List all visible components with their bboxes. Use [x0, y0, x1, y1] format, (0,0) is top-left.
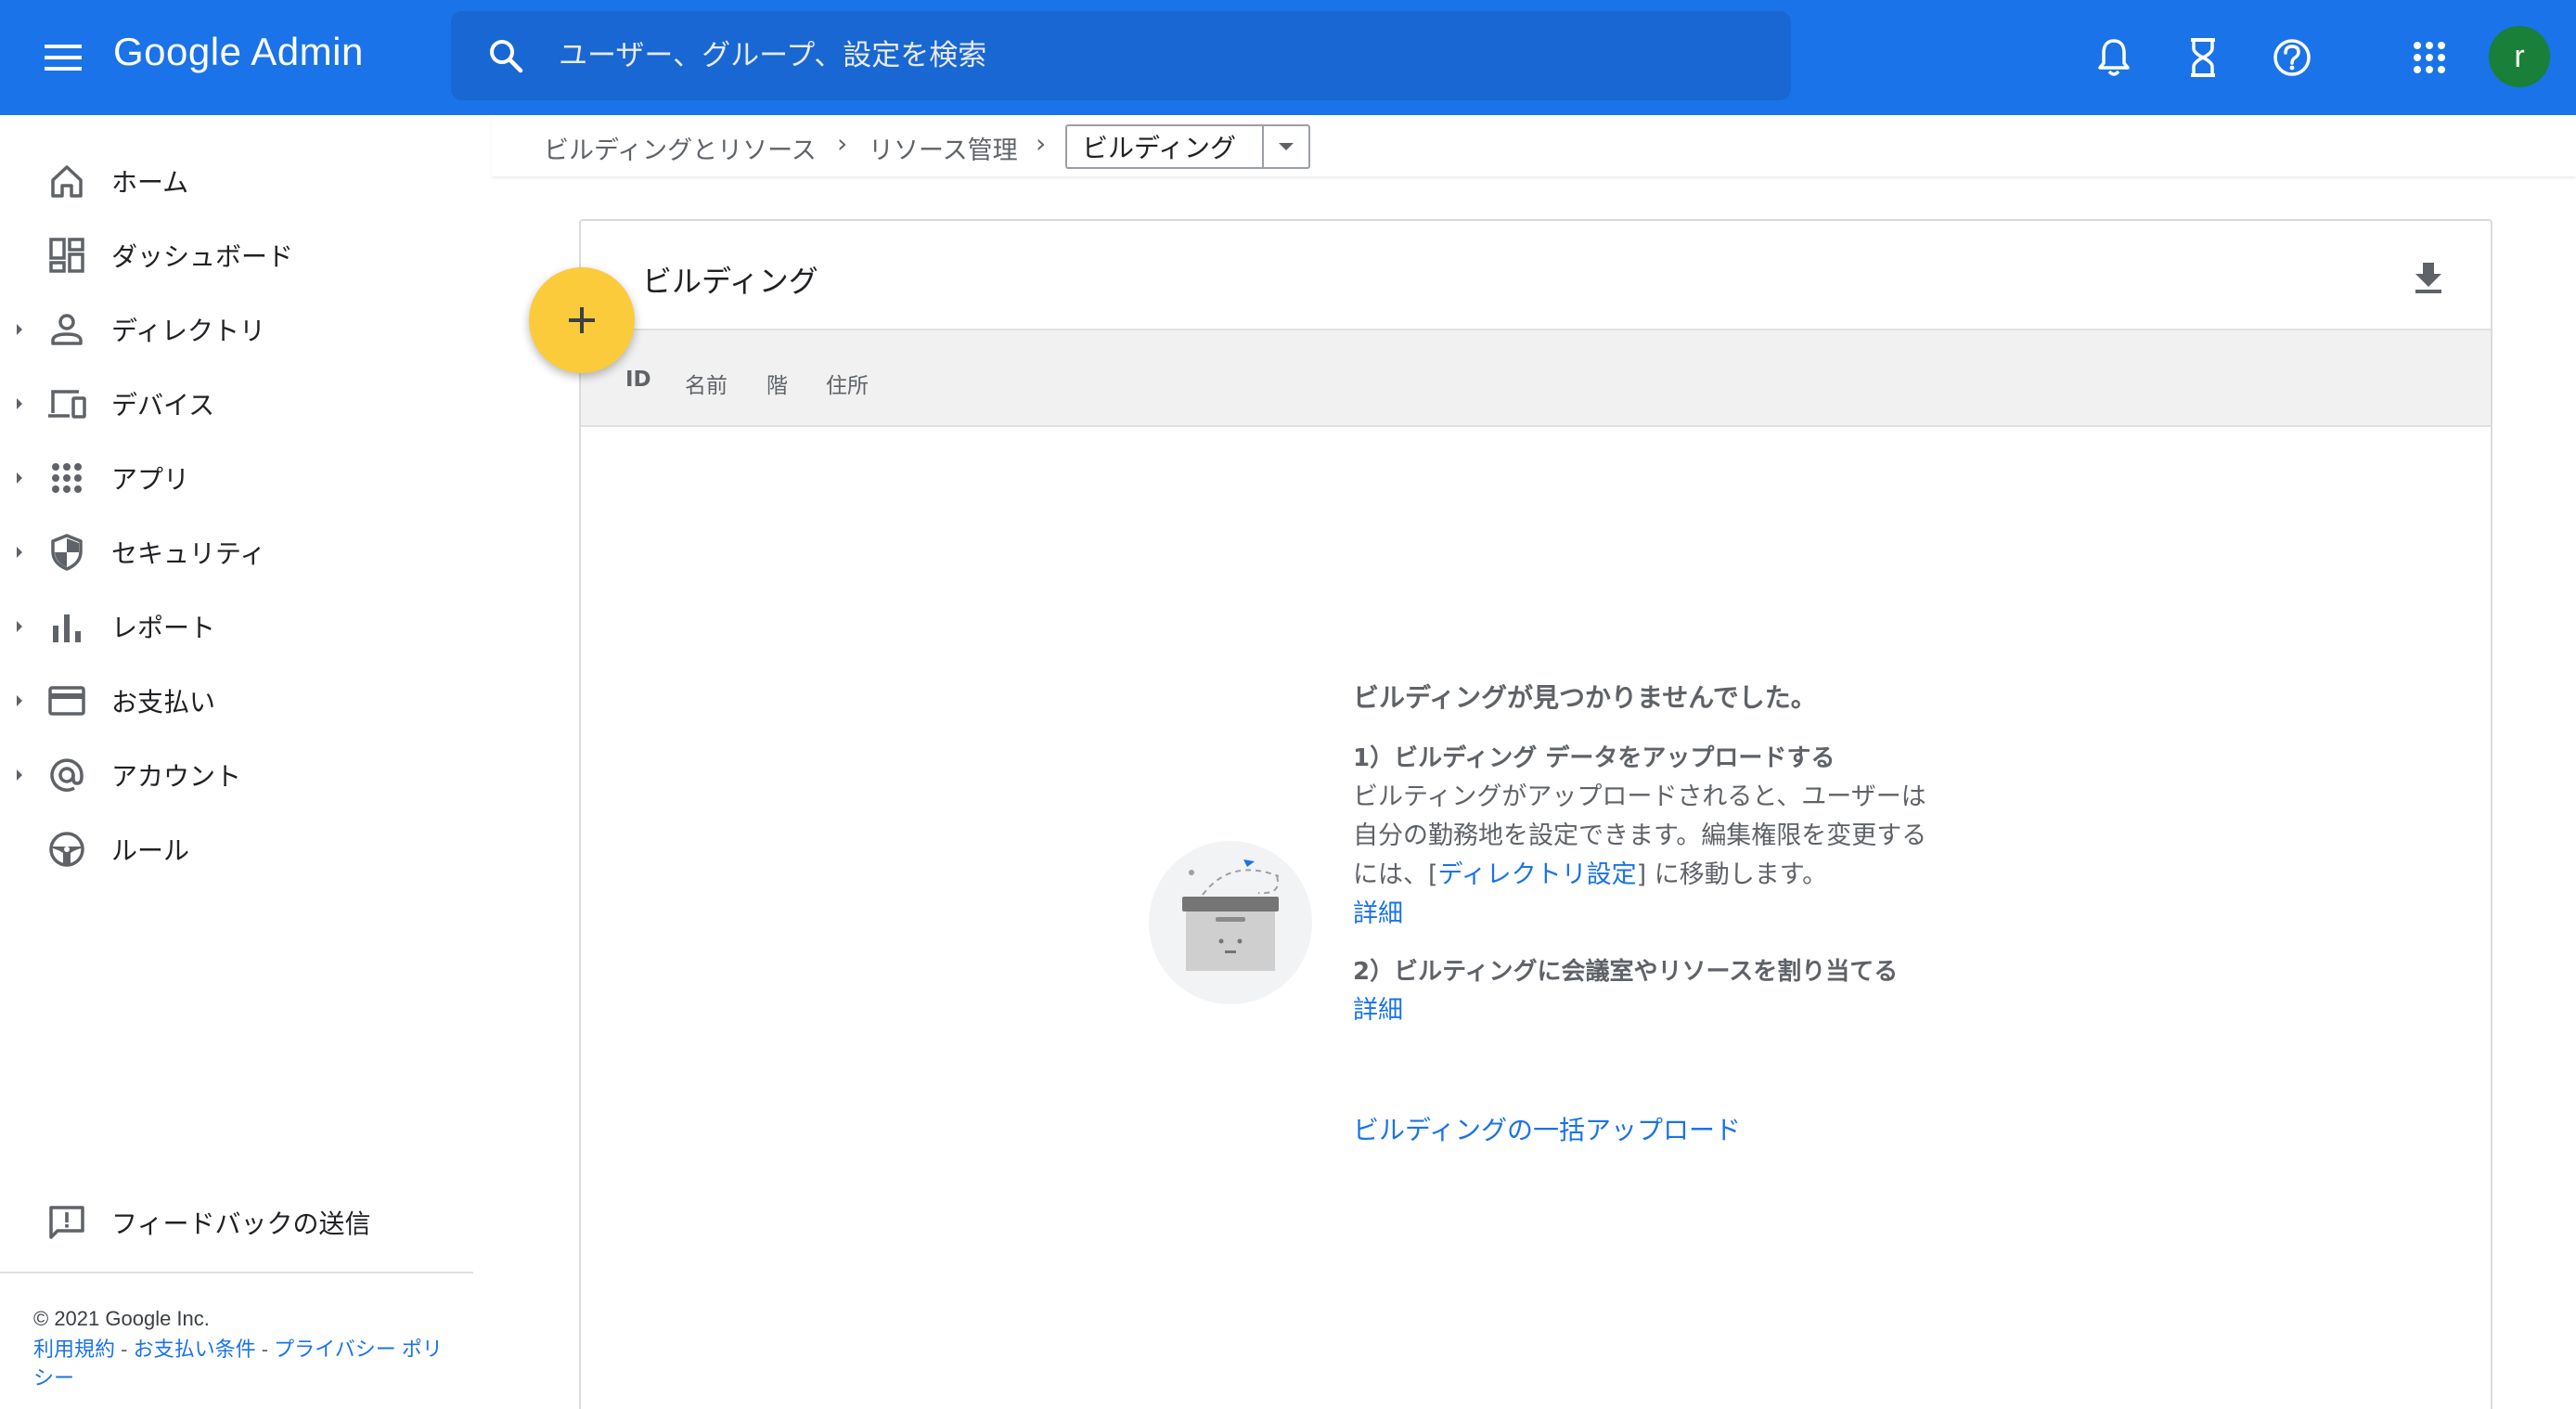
feedback-icon — [46, 1202, 87, 1243]
expand-caret-icon[interactable] — [13, 394, 26, 413]
footer-links: 利用規約 - お支払い条件 - プライバシー ポリシー — [33, 1335, 460, 1392]
search-bar[interactable] — [451, 11, 1791, 100]
step2-title: 2）ビルティングに会議室やリソースを割り当てる — [1353, 958, 1899, 986]
sidebar-item-account[interactable]: アカウント — [0, 743, 473, 808]
breadcrumb-current-label: ビルディング — [1082, 133, 1237, 163]
sidebar-item-label: アプリ — [111, 464, 190, 495]
sidebar-item-label: お支払い — [111, 687, 216, 717]
sidebar-item-apps[interactable]: アプリ — [0, 446, 473, 511]
column-header-floor[interactable]: 階 — [766, 368, 788, 399]
breadcrumb-current-select[interactable]: ビルディング — [1065, 124, 1310, 169]
tasks-hourglass-icon[interactable] — [2179, 33, 2227, 82]
sidebar-item-label: ホーム — [111, 167, 189, 198]
notifications-icon[interactable] — [2090, 33, 2138, 82]
app-title[interactable]: Google Admin — [113, 30, 364, 74]
add-building-button[interactable] — [529, 267, 635, 373]
expand-caret-icon[interactable] — [13, 469, 26, 487]
expand-caret-icon[interactable] — [13, 692, 26, 710]
column-header-address[interactable]: 住所 — [826, 368, 869, 399]
download-icon[interactable] — [2405, 254, 2452, 301]
top-app-bar: Google Admin r — [0, 0, 2576, 115]
empty-heading: ビルディングが見つかりませんでした。 — [1353, 682, 1817, 713]
devices-icon — [46, 383, 87, 424]
table-header: ID 名前 階 住所 — [581, 329, 2491, 427]
copyright-text: © 2021 Google Inc. — [33, 1307, 210, 1330]
terms-link[interactable]: 利用規約 — [33, 1338, 115, 1361]
sidebar-item-label: アカウント — [111, 761, 242, 792]
sidebar-item-security[interactable]: セキュリティ — [0, 520, 473, 585]
chevron-right-icon: › — [837, 128, 848, 159]
send-feedback-button[interactable]: フィードバックの送信 — [0, 1190, 473, 1255]
sidebar-item-home[interactable]: ホーム — [0, 149, 473, 213]
step1-learn-more-link[interactable]: 詳細 — [1353, 895, 1403, 934]
empty-archive-illustration — [1149, 841, 1312, 1004]
home-icon — [46, 161, 87, 201]
column-header-id[interactable]: ID — [625, 368, 651, 392]
sidebar-item-label: ディレクトリ — [111, 316, 266, 346]
link-separator: - — [255, 1338, 275, 1361]
bar-chart-icon — [46, 606, 87, 647]
sidebar-item-reports[interactable]: レポート — [0, 594, 473, 659]
person-icon — [46, 309, 87, 350]
expand-caret-icon[interactable] — [13, 617, 26, 636]
dropdown-arrow-icon[interactable] — [1262, 126, 1308, 167]
sidebar-item-label: ダッシュボード — [111, 241, 294, 272]
step1-title: 1）ビルディング データをアップロードする — [1353, 744, 1835, 772]
link-separator: - — [115, 1338, 134, 1361]
breadcrumb: ビルディングとリソース › リソース管理 › ビルディング — [492, 115, 2576, 176]
sidebar-item-label: ルール — [111, 835, 190, 866]
plus-icon — [569, 307, 595, 333]
sidebar-item-devices[interactable]: デバイス — [0, 371, 473, 436]
card-title: ビルディング — [642, 264, 818, 299]
directory-settings-link[interactable]: ディレクトリ設定 — [1438, 860, 1637, 889]
sidebar-item-label: レポート — [111, 613, 216, 643]
at-sign-icon — [46, 755, 87, 795]
search-input[interactable] — [559, 28, 1791, 84]
dashboard-icon — [46, 235, 87, 276]
sidebar-item-directory[interactable]: ディレクトリ — [0, 297, 473, 362]
sidebar: ホーム ダッシュボード ディレクトリ デバイス アプリ セキュリティ レポート … — [0, 115, 473, 1409]
sidebar-item-label: セキュリティ — [111, 538, 266, 569]
breadcrumb-resource-management[interactable]: リソース管理 — [869, 130, 1018, 166]
apps-grid-icon[interactable] — [2405, 33, 2454, 82]
credit-card-icon — [46, 680, 87, 721]
search-icon[interactable] — [484, 34, 527, 77]
menu-icon[interactable] — [41, 35, 85, 80]
step1-description-text: ] に移動します。 — [1636, 860, 1828, 889]
feedback-label: フィードバックの送信 — [111, 1209, 371, 1239]
empty-state: ビルディングが見つかりませんでした。 1）ビルディング データをアップロードする… — [1353, 678, 1928, 1030]
bulk-upload-buildings-link[interactable]: ビルディングの一括アップロード — [1353, 1110, 1741, 1147]
sidebar-item-rules[interactable]: ルール — [0, 817, 473, 882]
apps-icon — [46, 458, 87, 498]
sidebar-item-dashboard[interactable]: ダッシュボード — [0, 223, 473, 288]
billing-terms-link[interactable]: お支払い条件 — [134, 1338, 256, 1361]
sidebar-item-billing[interactable]: お支払い — [0, 668, 473, 733]
expand-caret-icon[interactable] — [13, 320, 26, 339]
column-header-name[interactable]: 名前 — [685, 368, 728, 399]
shield-icon — [46, 532, 87, 573]
rules-icon — [46, 829, 87, 870]
step1-description: ビルティングがアップロードされると、ユーザーは自分の勤務地を設定できます。編集権… — [1353, 778, 1928, 895]
step2-learn-more-link[interactable]: 詳細 — [1353, 991, 1403, 1030]
avatar[interactable]: r — [2489, 26, 2550, 87]
chevron-right-icon: › — [1036, 128, 1047, 159]
expand-caret-icon[interactable] — [13, 766, 26, 784]
help-icon[interactable] — [2268, 33, 2316, 82]
sidebar-divider — [0, 1272, 473, 1273]
sidebar-item-label: デバイス — [111, 390, 215, 420]
breadcrumb-buildings-and-resources[interactable]: ビルディングとリソース — [544, 130, 817, 166]
expand-caret-icon[interactable] — [13, 543, 26, 562]
